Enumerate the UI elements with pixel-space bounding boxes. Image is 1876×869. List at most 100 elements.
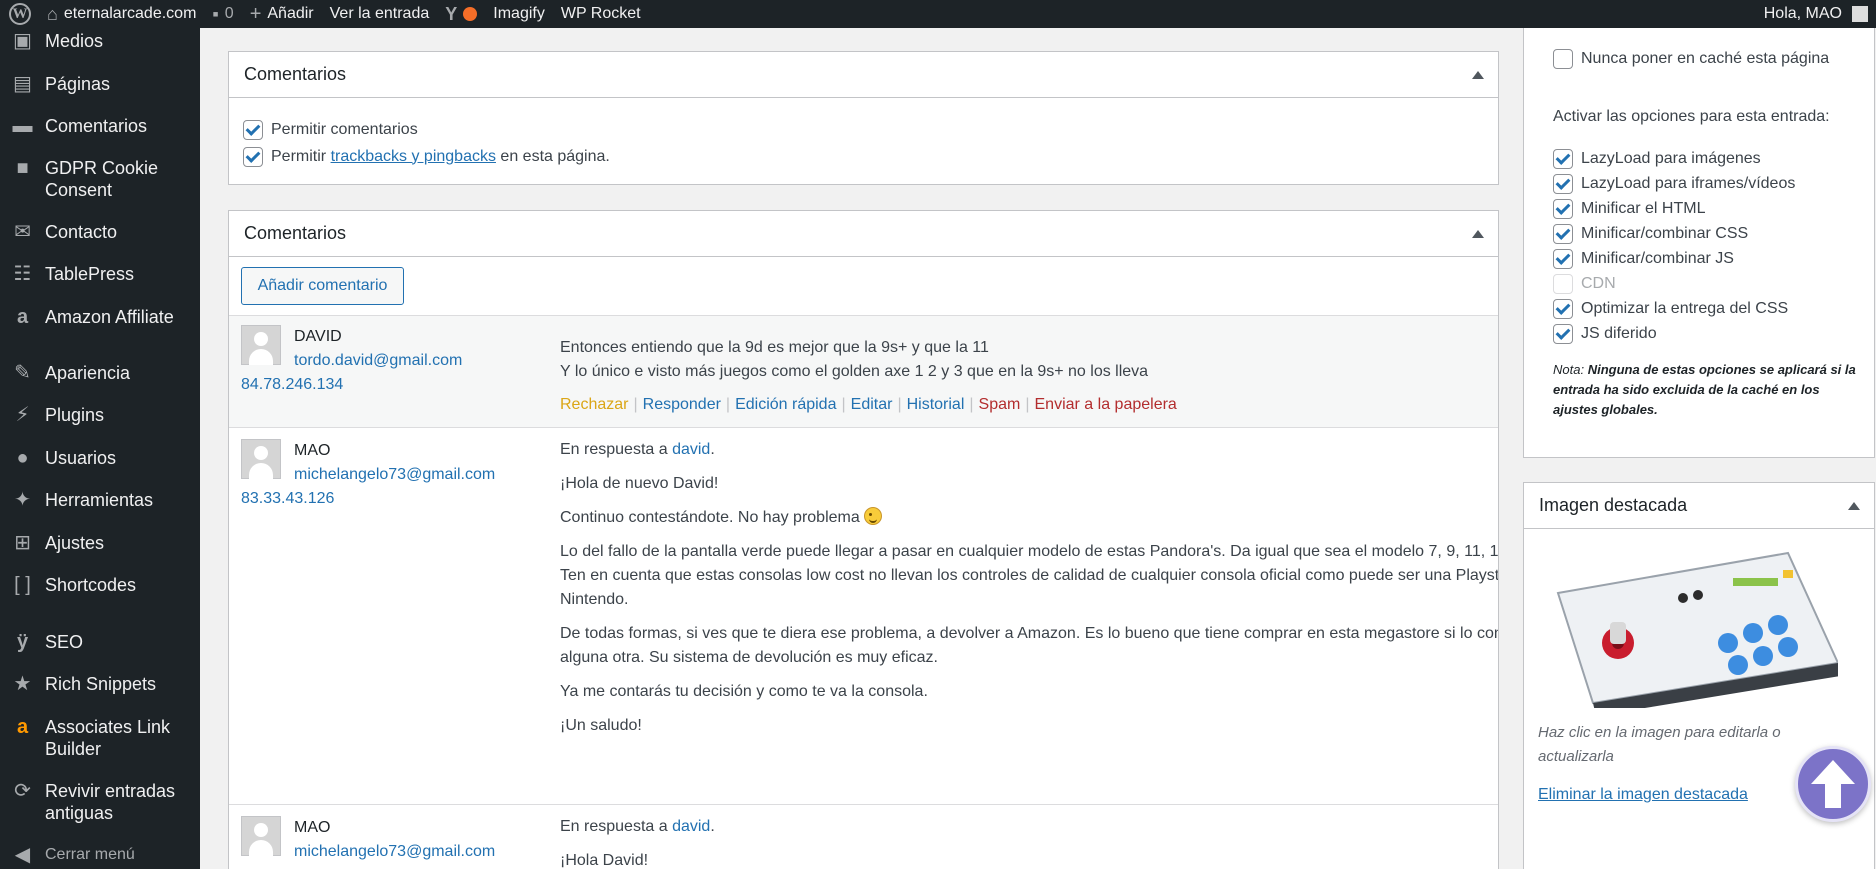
sidebar-item-amazon-affiliate[interactable]: a Amazon Affiliate — [0, 306, 200, 328]
collapse-toggle-icon[interactable] — [1848, 501, 1860, 510]
sidebar-item-media[interactable]: ▣ Medios — [0, 30, 200, 52]
trash-action[interactable]: Enviar a la papelera — [1035, 396, 1177, 413]
comment-paragraph-text: Ten en cuenta que estas consolas low cos… — [560, 567, 1499, 608]
discussion-box-header[interactable]: Comentarios — [229, 52, 1498, 98]
imagify-label: Imagify — [493, 5, 545, 22]
featured-image[interactable] — [1538, 538, 1840, 716]
in-reply-prefix: En respuesta a — [560, 818, 668, 835]
mail-icon: ✉ — [14, 221, 31, 243]
comment-author-email[interactable]: michelangelo73@gmail.com — [294, 843, 495, 861]
comment-content: Entonces entiendo que la 9d es mejor que… — [560, 336, 1498, 384]
comments-count: 0 — [224, 5, 234, 22]
wp-rocket-menu[interactable]: WP Rocket — [553, 0, 649, 28]
note-text: Ninguna de estas opciones se aplicará si… — [1553, 362, 1856, 417]
sidebar-item-gdpr[interactable]: ■ GDPR Cookie Consent — [0, 157, 200, 201]
allow-trackbacks-checkbox[interactable] — [243, 146, 263, 167]
featured-image-header[interactable]: Imagen destacada — [1524, 483, 1874, 529]
rocket-option-checkbox[interactable] — [1553, 198, 1573, 219]
my-account-menu[interactable]: Hola, MAO — [1756, 0, 1876, 28]
yoast-icon: ÿ — [16, 631, 29, 653]
in-reply-to-link[interactable]: david — [672, 441, 710, 458]
comment-line: Entonces entiendo que la 9d es mejor que… — [560, 339, 989, 356]
comments-icon: ▬ — [12, 115, 33, 137]
comment-paragraph: ¡Hola de nuevo David! — [560, 475, 719, 492]
yoast-menu[interactable]: Y — [437, 0, 485, 28]
sidebar-item-associates-link-builder[interactable]: a Associates Link Builder — [0, 716, 200, 760]
amazon-icon: a — [16, 716, 29, 738]
in-reply-to-link[interactable]: david — [672, 818, 710, 835]
admin-bar: W ⌂ eternalarcade.com ▪ 0 + Añadir Ver l… — [0, 0, 1876, 28]
comments-box: Comentarios Añadir comentario DAVID tord… — [228, 210, 1499, 869]
discussion-box-title: Comentarios — [244, 64, 347, 84]
collapse-toggle-icon[interactable] — [1472, 70, 1484, 79]
rocket-option-checkbox[interactable] — [1553, 223, 1573, 244]
reply-action[interactable]: Responder — [643, 396, 721, 413]
rocket-option-label: LazyLoad para imágenes — [1581, 149, 1761, 167]
sidebar-item-contact[interactable]: ✉ Contacto — [0, 221, 200, 243]
imagify-menu[interactable]: Imagify — [485, 0, 553, 28]
comment-author-email[interactable]: tordo.david@gmail.com — [294, 352, 462, 370]
add-comment-button[interactable]: Añadir comentario — [241, 267, 404, 305]
rocket-option-checkbox[interactable] — [1553, 323, 1573, 344]
scroll-to-top-button[interactable] — [1795, 746, 1871, 822]
featured-image-title: Imagen destacada — [1539, 495, 1688, 515]
sidebar-item-pages[interactable]: ▤ Páginas — [0, 73, 200, 95]
collapse-menu-button[interactable]: ◀ Cerrar menú — [0, 844, 200, 866]
rocket-option-checkbox[interactable] — [1553, 248, 1573, 269]
quick-edit-action[interactable]: Edición rápida — [735, 396, 836, 413]
sidebar-item-revive-old-posts[interactable]: ⟳ Revivir entradas antiguas — [0, 780, 200, 824]
rocket-option-checkbox[interactable] — [1553, 148, 1573, 169]
users-icon: ● — [16, 447, 29, 469]
comment-paragraph: ¡Hola David! — [560, 852, 649, 869]
comment-paragraph: De todas formas, si ves que te diera ese… — [560, 625, 1498, 666]
rocket-option-checkbox[interactable] — [1553, 173, 1573, 194]
reject-action[interactable]: Rechazar — [560, 396, 628, 413]
amazon-icon: a — [16, 306, 29, 328]
comment-author-ip[interactable]: 83.33.43.126 — [241, 490, 334, 508]
sidebar-item-label: GDPR Cookie Consent — [45, 158, 159, 200]
avatar — [241, 325, 281, 365]
wp-logo-menu[interactable]: W — [0, 0, 39, 28]
rocket-option: Minificar/combinar JS — [1553, 246, 1795, 271]
sidebar-item-seo[interactable]: ÿ SEO — [0, 631, 200, 653]
trackbacks-link[interactable]: trackbacks y pingbacks — [331, 148, 496, 166]
spam-action[interactable]: Spam — [979, 396, 1021, 413]
sidebar-item-label: SEO — [45, 632, 84, 652]
allow-comments-checkbox[interactable] — [243, 119, 263, 140]
sidebar-item-shortcodes[interactable]: [ ] Shortcodes — [0, 574, 200, 596]
collapse-toggle-icon[interactable] — [1472, 229, 1484, 238]
remove-featured-image-link[interactable]: Eliminar la imagen destacada — [1538, 786, 1748, 804]
site-name-link[interactable]: ⌂ eternalarcade.com — [39, 0, 204, 28]
history-action[interactable]: Historial — [907, 396, 965, 413]
comment-author-email[interactable]: michelangelo73@gmail.com — [294, 466, 495, 484]
sidebar-item-comments[interactable]: ▬ Comentarios — [0, 115, 200, 137]
plugin-icon: ⚡ — [15, 404, 30, 426]
sidebar-item-label: Associates Link Builder — [45, 717, 171, 759]
comment-paragraph-text: Lo del fallo de la pantalla verde puede … — [560, 543, 1499, 560]
rocket-option: Optimizar la entrega del CSS — [1553, 296, 1795, 321]
comment-author-ip[interactable]: 84.78.246.134 — [241, 376, 343, 394]
in-reply-to: En respuesta a david. — [560, 818, 715, 835]
rocket-option-checkbox[interactable] — [1553, 298, 1573, 319]
view-post-link[interactable]: Ver la entrada — [322, 0, 438, 28]
sidebar-item-tools[interactable]: ✦ Herramientas — [0, 489, 200, 511]
never-cache-checkbox[interactable] — [1553, 48, 1573, 69]
edit-action[interactable]: Editar — [851, 396, 893, 413]
seo-status-dot — [463, 7, 478, 21]
plus-icon: + — [249, 3, 262, 25]
comments-box-title: Comentarios — [244, 223, 347, 243]
sidebar-item-plugins[interactable]: ⚡ Plugins — [0, 404, 200, 426]
comment-author: DAVID — [294, 328, 342, 345]
wp-rocket-box: Nunca poner en caché esta página Activar… — [1523, 28, 1875, 458]
sidebar-item-appearance[interactable]: ✎ Apariencia — [0, 362, 200, 384]
sidebar-item-settings[interactable]: ⊞ Ajustes — [0, 532, 200, 554]
sidebar-item-rich-snippets[interactable]: ★ Rich Snippets — [0, 673, 200, 695]
table-icon: ☷ — [13, 263, 32, 285]
comments-box-header[interactable]: Comentarios — [229, 211, 1498, 257]
sidebar-item-tablepress[interactable]: ☷ TablePress — [0, 263, 200, 285]
sidebar-item-users[interactable]: ● Usuarios — [0, 447, 200, 469]
comment-author: MAO — [294, 442, 331, 459]
comment-paragraph: Continuo contestándote. No hay problema — [560, 506, 1498, 530]
new-content-link[interactable]: + Añadir — [242, 0, 322, 28]
comments-link[interactable]: ▪ 0 — [204, 0, 241, 28]
